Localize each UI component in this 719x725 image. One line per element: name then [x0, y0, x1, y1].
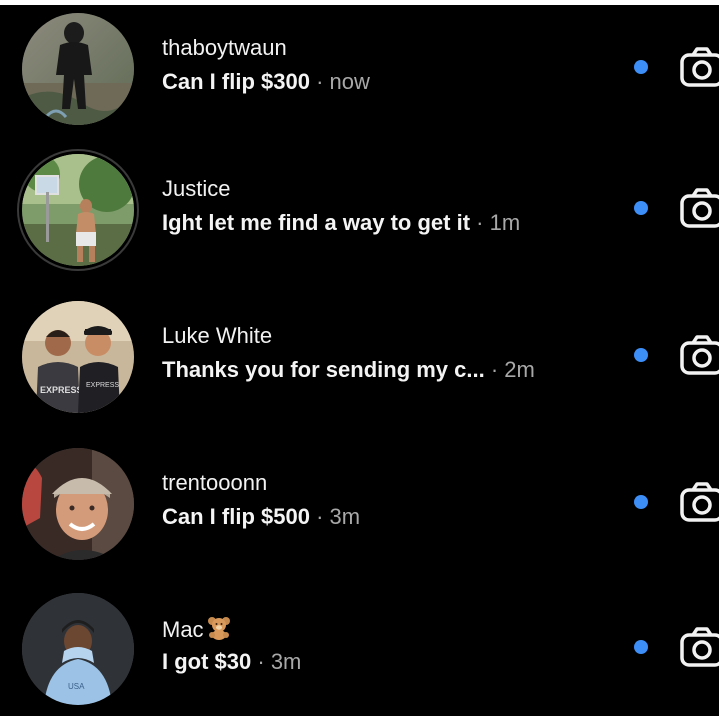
thread-row[interactable]: thaboytwaun Can I flip $300 · now [0, 5, 719, 145]
direct-messages-screen: thaboytwaun Can I flip $300 · now Justic… [0, 0, 719, 719]
thread-preview: Ight let me find a way to get it · 1m [162, 210, 520, 236]
avatar[interactable]: USA [22, 593, 134, 705]
thread-row[interactable]: trentooonn Can I flip $500 · 3m [0, 440, 719, 580]
unread-dot [634, 640, 648, 654]
camera-icon[interactable] [678, 184, 719, 232]
thread-time: now [329, 69, 370, 94]
camera-icon[interactable] [678, 331, 719, 379]
thread-message: Ight let me find a way to get it [162, 210, 471, 235]
unread-dot [634, 201, 648, 215]
thread-username: Luke White [162, 323, 273, 348]
thread-separator: · [309, 69, 330, 94]
thread-preview: Thanks you for sending my c... · 2m [162, 357, 535, 383]
thread-username-text: Mac [162, 617, 204, 642]
thread-username: Justice [162, 176, 231, 201]
thread-message: Can I flip $500 [162, 504, 310, 529]
thread-username: Mac [162, 615, 232, 643]
svg-text:EXPRESS: EXPRESS [40, 385, 83, 395]
avatar[interactable]: EXPRESS EXPRESS [22, 301, 134, 413]
thread-time: 3m [329, 504, 361, 529]
thread-row[interactable]: Justice Ight let me find a way to get it… [0, 146, 719, 286]
avatar[interactable] [22, 13, 134, 125]
camera-icon[interactable] [678, 623, 719, 671]
svg-text:USA: USA [68, 682, 85, 691]
teddy-bear-emoji [206, 615, 232, 641]
thread-message: I got $30 [162, 649, 252, 674]
avatar[interactable] [22, 154, 134, 266]
thread-separator: · [251, 649, 271, 674]
unread-dot [634, 348, 648, 362]
camera-icon[interactable] [678, 43, 719, 91]
thread-preview: Can I flip $500 · 3m [162, 504, 360, 530]
thread-time: 2m [504, 357, 535, 382]
unread-dot [634, 495, 648, 509]
thread-preview: I got $30 · 3m [162, 649, 301, 675]
thread-message: Thanks you for sending my c... [162, 357, 485, 382]
thread-separator: · [484, 357, 505, 382]
thread-preview: Can I flip $300 · now [162, 69, 370, 95]
camera-icon[interactable] [678, 478, 719, 526]
thread-row[interactable]: EXPRESS EXPRESS Luke White Thanks you fo… [0, 293, 719, 433]
thread-time: 3m [270, 649, 302, 674]
thread-username: thaboytwaun [162, 35, 287, 60]
thread-time: 1m [489, 210, 521, 235]
thread-separator: · [470, 210, 490, 235]
thread-row[interactable]: USA Mac I got $30 · 3m [0, 585, 719, 725]
thread-message: Can I flip $300 [162, 69, 310, 94]
avatar[interactable] [22, 448, 134, 560]
unread-dot [634, 60, 648, 74]
thread-username: trentooonn [162, 470, 268, 495]
svg-text:EXPRESS: EXPRESS [86, 382, 119, 389]
thread-separator: · [309, 504, 330, 529]
